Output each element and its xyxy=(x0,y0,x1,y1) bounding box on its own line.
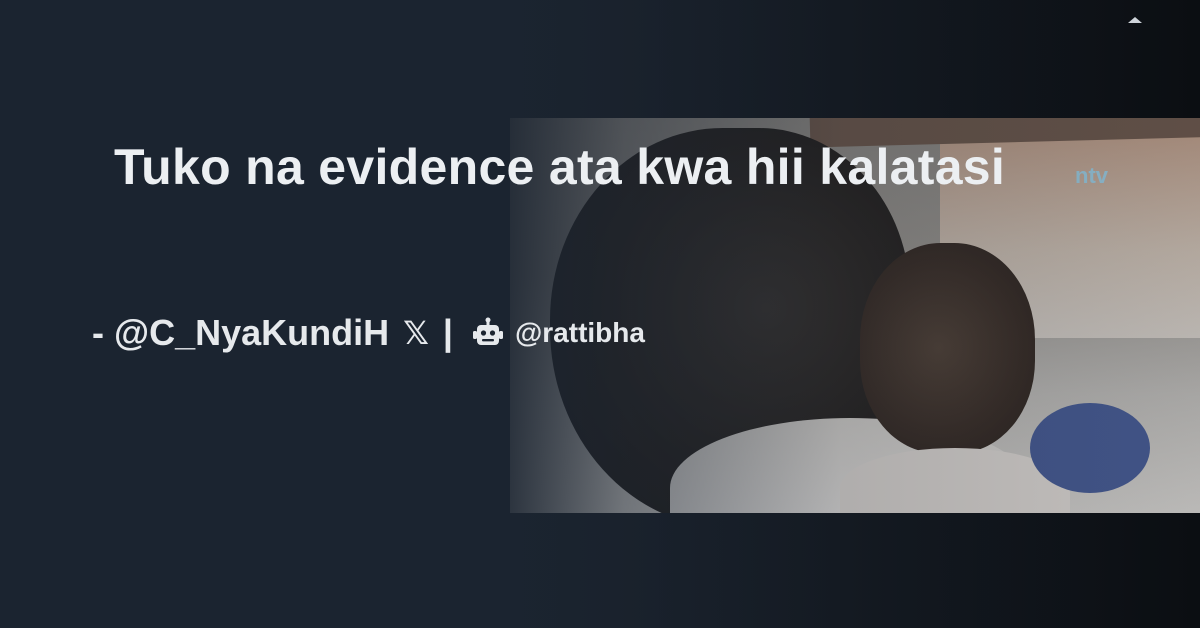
separator: | xyxy=(442,312,453,353)
attribution-line: - @C_NyaKundiH 𝕏 | @rattibha xyxy=(92,310,645,356)
robot-icon xyxy=(471,316,505,350)
x-logo-icon: 𝕏 xyxy=(403,315,429,351)
rattibha-handle[interactable]: @rattibha xyxy=(515,317,645,349)
share-card: ntv Tuko na evidence ata kwa hii kalatas… xyxy=(0,0,1200,628)
corner-triangle-icon xyxy=(1128,17,1142,23)
author-handle[interactable]: - @C_NyaKundiH xyxy=(92,312,389,354)
tweet-headline: Tuko na evidence ata kwa hii kalatasi xyxy=(114,139,1006,195)
